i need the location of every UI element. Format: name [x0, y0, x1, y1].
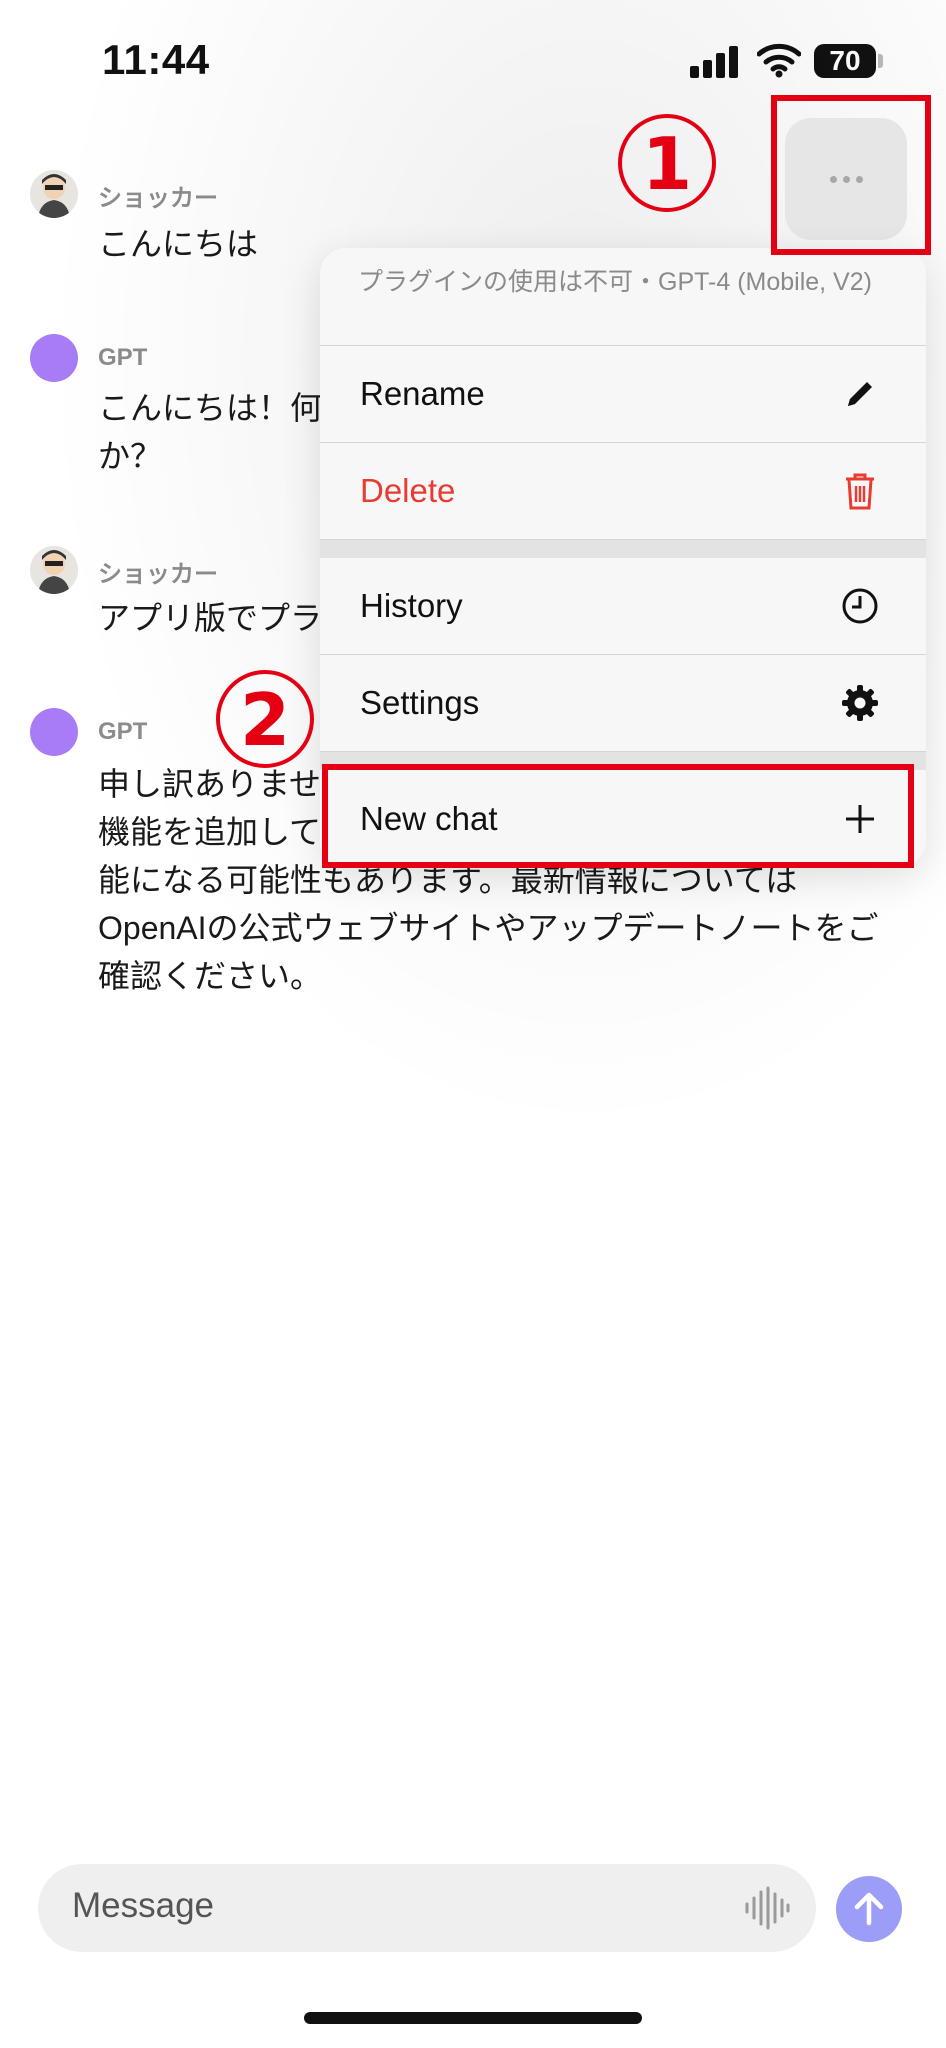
avatar: [30, 334, 78, 382]
menu-item-settings[interactable]: Settings: [320, 655, 926, 752]
message-input-placeholder: Message: [72, 1886, 215, 1925]
avatar: [30, 708, 78, 756]
message-text: こんにちは！何か？: [98, 390, 323, 474]
menu-separator: [320, 540, 926, 558]
annotation-step-1: 1: [618, 114, 716, 212]
battery-icon: 70: [814, 44, 876, 78]
sender-name: GPT: [98, 718, 148, 745]
home-indicator: [304, 2012, 642, 2024]
status-time: 11:44: [102, 36, 210, 83]
menu-item-delete[interactable]: Delete: [320, 443, 926, 540]
voice-waveform-icon[interactable]: [744, 1886, 790, 1930]
annotation-box-more: [771, 95, 931, 255]
sender-name: ショッカー: [98, 561, 218, 588]
sender-name: ショッカー: [98, 185, 218, 212]
signal-icon: [690, 46, 738, 78]
gear-icon: [840, 683, 880, 723]
clock-icon: [840, 586, 880, 626]
menu-item-label: Rename: [360, 375, 485, 412]
arrow-up-icon: [854, 1892, 884, 1926]
sender-name: GPT: [98, 344, 148, 371]
menu-item-label: History: [360, 587, 463, 624]
annotation-step-2: 2: [216, 670, 314, 768]
wifi-icon: [757, 43, 801, 78]
avatar: [30, 546, 78, 594]
menu-item-label: Settings: [360, 684, 480, 721]
menu-item-history[interactable]: History: [320, 558, 926, 655]
pencil-icon: [840, 374, 880, 414]
battery-cap: [878, 54, 883, 68]
menu-item-label: Delete: [360, 472, 456, 509]
annotation-box-new-chat: [322, 764, 914, 868]
message-input[interactable]: Message: [38, 1864, 816, 1952]
menu-header: プラグインの使用は不可・GPT-4 (Mobile, V2): [320, 248, 926, 346]
avatar: [30, 170, 78, 218]
send-button[interactable]: [836, 1876, 902, 1942]
menu-item-rename[interactable]: Rename: [320, 346, 926, 443]
trash-icon: [840, 471, 880, 511]
